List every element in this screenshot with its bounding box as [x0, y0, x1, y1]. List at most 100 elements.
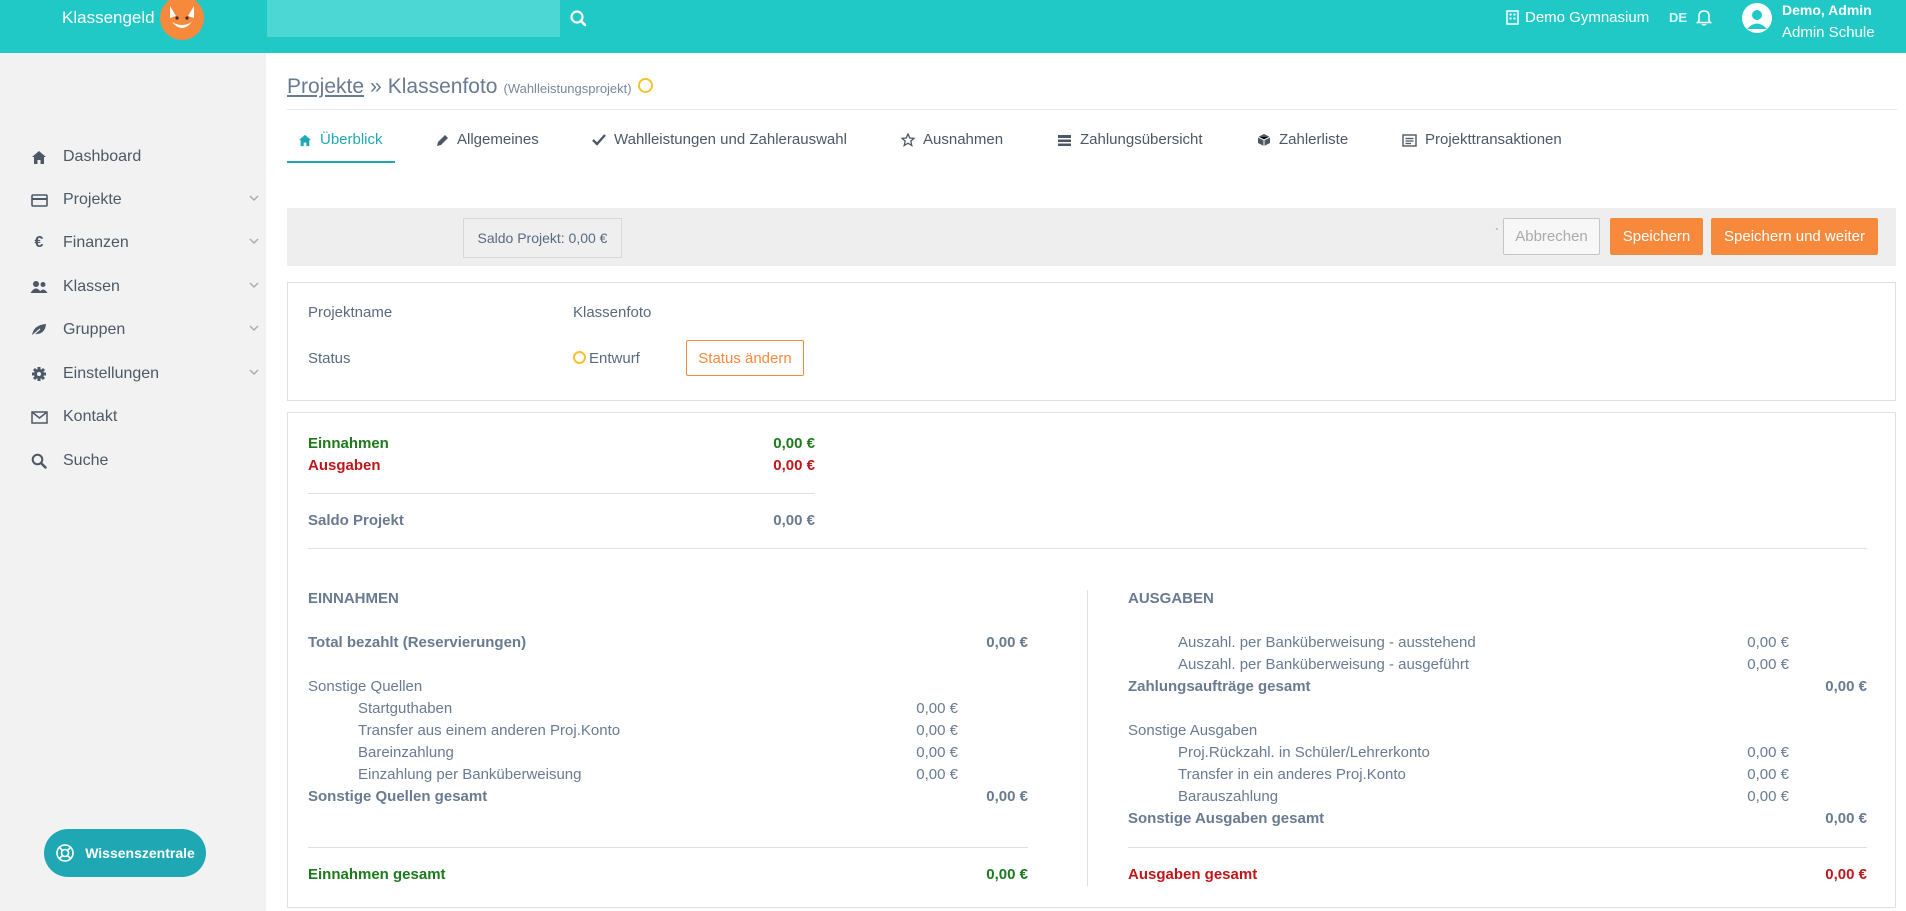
income-heading: EINNAHMEN — [308, 590, 399, 607]
user-name[interactable]: Demo, Admin — [1782, 2, 1872, 18]
ledger-icon — [1402, 134, 1417, 147]
other-expense-item: Transfer in ein anderes Proj.Konto — [1178, 766, 1406, 783]
status-text: Entwurf — [589, 350, 640, 367]
other-expense-value: 0,00 € — [1747, 744, 1789, 761]
other-expense-value: 0,00 € — [1747, 788, 1789, 805]
change-status-button[interactable]: Status ändern — [686, 340, 804, 376]
chevron-down-icon[interactable] — [248, 279, 260, 291]
summary-income-label: Einnahmen — [308, 435, 389, 452]
sidebar-item-label: Suche — [63, 452, 109, 469]
transfer-item: Auszahl. per Banküberweisung - ausgeführ… — [1178, 656, 1470, 673]
sidebar-item-suche[interactable]: Suche — [30, 449, 260, 473]
other-source-value: 0,00 € — [916, 722, 958, 739]
sidebar-item-klassen[interactable]: Klassen — [30, 275, 260, 299]
other-source-item: Bareinzahlung — [358, 744, 454, 761]
status-ring-icon — [637, 78, 653, 93]
sidebar-item-projekte[interactable]: Projekte — [30, 188, 260, 212]
project-type: (Wahlleistungsprojekt) — [503, 81, 632, 96]
status-ring-icon — [573, 351, 586, 364]
save-and-continue-button[interactable]: Speichern und weiter — [1711, 218, 1878, 255]
search-icon — [30, 452, 48, 470]
other-source-item: Startguthaben — [358, 700, 453, 717]
tab-label: Überblick — [320, 131, 383, 148]
expenses-heading: AUSGABEN — [1128, 590, 1214, 607]
total-paid-value: 0,00 € — [986, 634, 1028, 651]
sidebar: Dashboard Projekte € Finanzen Klassen Gr… — [0, 53, 266, 911]
tab-label: Allgemeines — [457, 131, 539, 148]
project-name-value: Klassenfoto — [573, 304, 652, 321]
save-button[interactable]: Speichern — [1610, 218, 1703, 255]
chevron-down-icon[interactable] — [248, 192, 260, 204]
tab-label: Zahlungsübersicht — [1080, 131, 1203, 148]
sidebar-item-kontakt[interactable]: Kontakt — [30, 405, 260, 429]
envelope-icon — [30, 408, 48, 426]
brand-name[interactable]: Klassengeld — [62, 8, 155, 28]
other-expenses-label: Sonstige Ausgaben — [1128, 722, 1258, 739]
sidebar-item-label: Dashboard — [63, 148, 142, 165]
chevron-down-icon[interactable] — [248, 235, 260, 247]
orders-total-label: Zahlungsaufträge gesamt — [1128, 678, 1311, 695]
search-icon[interactable] — [568, 8, 590, 30]
chevron-down-icon[interactable] — [248, 366, 260, 378]
other-source-item: Transfer aus einem anderen Proj.Konto — [358, 722, 621, 739]
tab-label: Projekttransaktionen — [1425, 131, 1562, 148]
other-sources-total-value: 0,00 € — [986, 788, 1028, 805]
summary-expense-value: 0,00 € — [773, 457, 815, 474]
tab-zahlungsuebersicht[interactable]: Zahlungsübersicht — [1057, 131, 1203, 163]
expenses-total-label: Ausgaben gesamt — [1128, 866, 1258, 883]
cube-icon — [1257, 134, 1271, 146]
cancel-button[interactable]: Abbrechen — [1503, 218, 1600, 255]
tab-allgemeines[interactable]: Allgemeines — [436, 131, 539, 163]
other-source-value: 0,00 € — [916, 744, 958, 761]
user-role: Admin Schule — [1782, 24, 1875, 41]
expenses-total-value: 0,00 € — [1825, 866, 1867, 883]
sidebar-item-dashboard[interactable]: Dashboard — [30, 145, 260, 169]
tab-projekttransaktionen[interactable]: Projekttransaktionen — [1402, 131, 1562, 163]
sidebar-item-einstellungen[interactable]: Einstellungen — [30, 362, 260, 386]
tab-label: Ausnahmen — [923, 131, 1004, 148]
sidebar-item-gruppen[interactable]: Gruppen — [30, 318, 260, 342]
tab-ueberblick[interactable]: Überblick — [287, 131, 395, 163]
summary-saldo-value: 0,00 € — [773, 512, 815, 529]
school-name: Demo Gymnasium — [1525, 9, 1650, 26]
home-icon — [30, 148, 48, 166]
tab-wahlleistungen[interactable]: Wahlleistungen und Zahlerauswahl — [592, 131, 847, 163]
fox-logo-icon[interactable] — [156, 0, 208, 40]
breadcrumb-projekte-link[interactable]: Projekte — [287, 75, 364, 99]
column-divider — [1087, 590, 1088, 886]
avatar[interactable] — [1741, 2, 1773, 34]
pencil-icon — [437, 135, 448, 146]
list-icon — [1058, 135, 1071, 146]
search-input[interactable] — [267, 0, 560, 37]
sidebar-item-label: Kontakt — [63, 408, 118, 425]
other-expense-item: Barauszahlung — [1178, 788, 1279, 805]
transfer-value: 0,00 € — [1747, 634, 1789, 651]
sidebar-item-finanzen[interactable]: € Finanzen — [30, 231, 260, 255]
language-switch[interactable]: DE — [1669, 10, 1687, 25]
users-icon — [30, 278, 48, 296]
summary-saldo-label: Saldo Projekt — [308, 512, 404, 529]
tab-label: Zahlerliste — [1279, 131, 1349, 148]
project-info-panel: Projektname Klassenfoto Status Entwurf S… — [287, 282, 1896, 401]
tab-ausnahmen[interactable]: Ausnahmen — [901, 131, 1003, 163]
summary-expense-label: Ausgaben — [308, 457, 381, 474]
transfer-value: 0,00 € — [1747, 656, 1789, 673]
school-selector[interactable]: Demo Gymnasium — [1506, 9, 1649, 26]
section-divider — [308, 548, 1867, 549]
chevron-down-icon[interactable] — [248, 322, 260, 334]
action-bar: Saldo Projekt: 0,00 € ` Abbrechen Speich… — [287, 208, 1896, 266]
sidebar-item-label: Projekte — [63, 191, 122, 208]
other-expense-value: 0,00 € — [1747, 766, 1789, 783]
wissenszentrale-label: Wissenszentrale — [85, 845, 195, 861]
building-icon — [1506, 10, 1519, 25]
bell-icon[interactable] — [1696, 8, 1712, 26]
other-sources-label: Sonstige Quellen — [308, 678, 423, 695]
income-total-value: 0,00 € — [986, 866, 1028, 883]
other-expenses-total-value: 0,00 € — [1825, 810, 1867, 827]
status-value: Entwurf — [573, 350, 640, 367]
euro-icon: € — [34, 234, 44, 251]
top-bar: Klassengeld Demo Gymnasium DE Demo, Admi… — [0, 0, 1906, 53]
total-paid-label: Total bezahlt (Reservierungen) — [308, 634, 527, 651]
tab-zahlerliste[interactable]: Zahlerliste — [1257, 131, 1348, 163]
wissenszentrale-button[interactable]: Wissenszentrale — [44, 829, 206, 877]
